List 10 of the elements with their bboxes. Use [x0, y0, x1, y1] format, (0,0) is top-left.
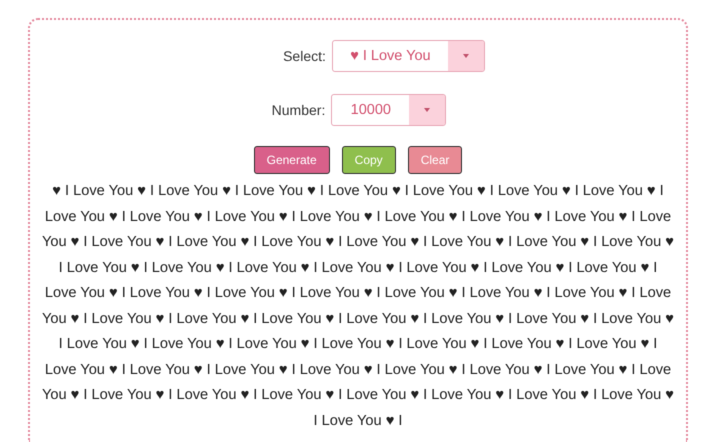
- dropdown[interactable]: 10000: [331, 94, 446, 126]
- dropdown[interactable]: ♥ I Love You: [332, 40, 485, 72]
- field-label: Number:: [272, 102, 326, 118]
- output-text: ♥ I Love You ♥ I Love You ♥ I Love You ♥ I Love You ♥ I Love You ♥ I Love You ♥ I Love You ♥ I Love You ♥ I Love You ♥ I Love You ♥ I Love You ♥ I Love You ♥ I Love You ♥ I Love You ♥ I Love You ♥ I Love You ♥ I Love You ♥ I Love You ♥ I Love You ♥ I Love You ♥ I Love You ♥ I Love You ♥ I Love You ♥ I Love You ♥ I Love You ♥ I Love You ♥ I Love You ♥ I Love You ♥ I Love You ♥ I Love You ♥ I Love You ♥ I Love You ♥ I Love You ♥ I Love You ♥ I Love You ♥ I Love You ♥ I Love You ♥ I Love You ♥ I Love You ♥ I Love You ♥ I Love You ♥ I Love You ♥ I Love You ♥ I Love You ♥ I Love You ♥ I Love You ♥ I Love You ♥ I Love You ♥ I Love You ♥ I Love You ♥ I Love You ♥ I Love You ♥ I Love You ♥ I Love You ♥ I Love You ♥ I Love You ♥ I Love You ♥ I Love You ♥ I Love You ♥ I Love You ♥ I Love You ♥ I Love You ♥ I Love You ♥ I Love You ♥ I Love You ♥ I Love You ♥ I Love You ♥ I: [42, 182, 674, 430]
- caret-icon: [462, 54, 469, 58]
- caret-icon: [424, 108, 430, 112]
- generate-button[interactable]: Generate: [254, 146, 330, 174]
- clear-button[interactable]: Clear: [408, 146, 462, 174]
- field-label: Select:: [283, 48, 326, 64]
- copy-button[interactable]: Copy: [342, 146, 396, 174]
